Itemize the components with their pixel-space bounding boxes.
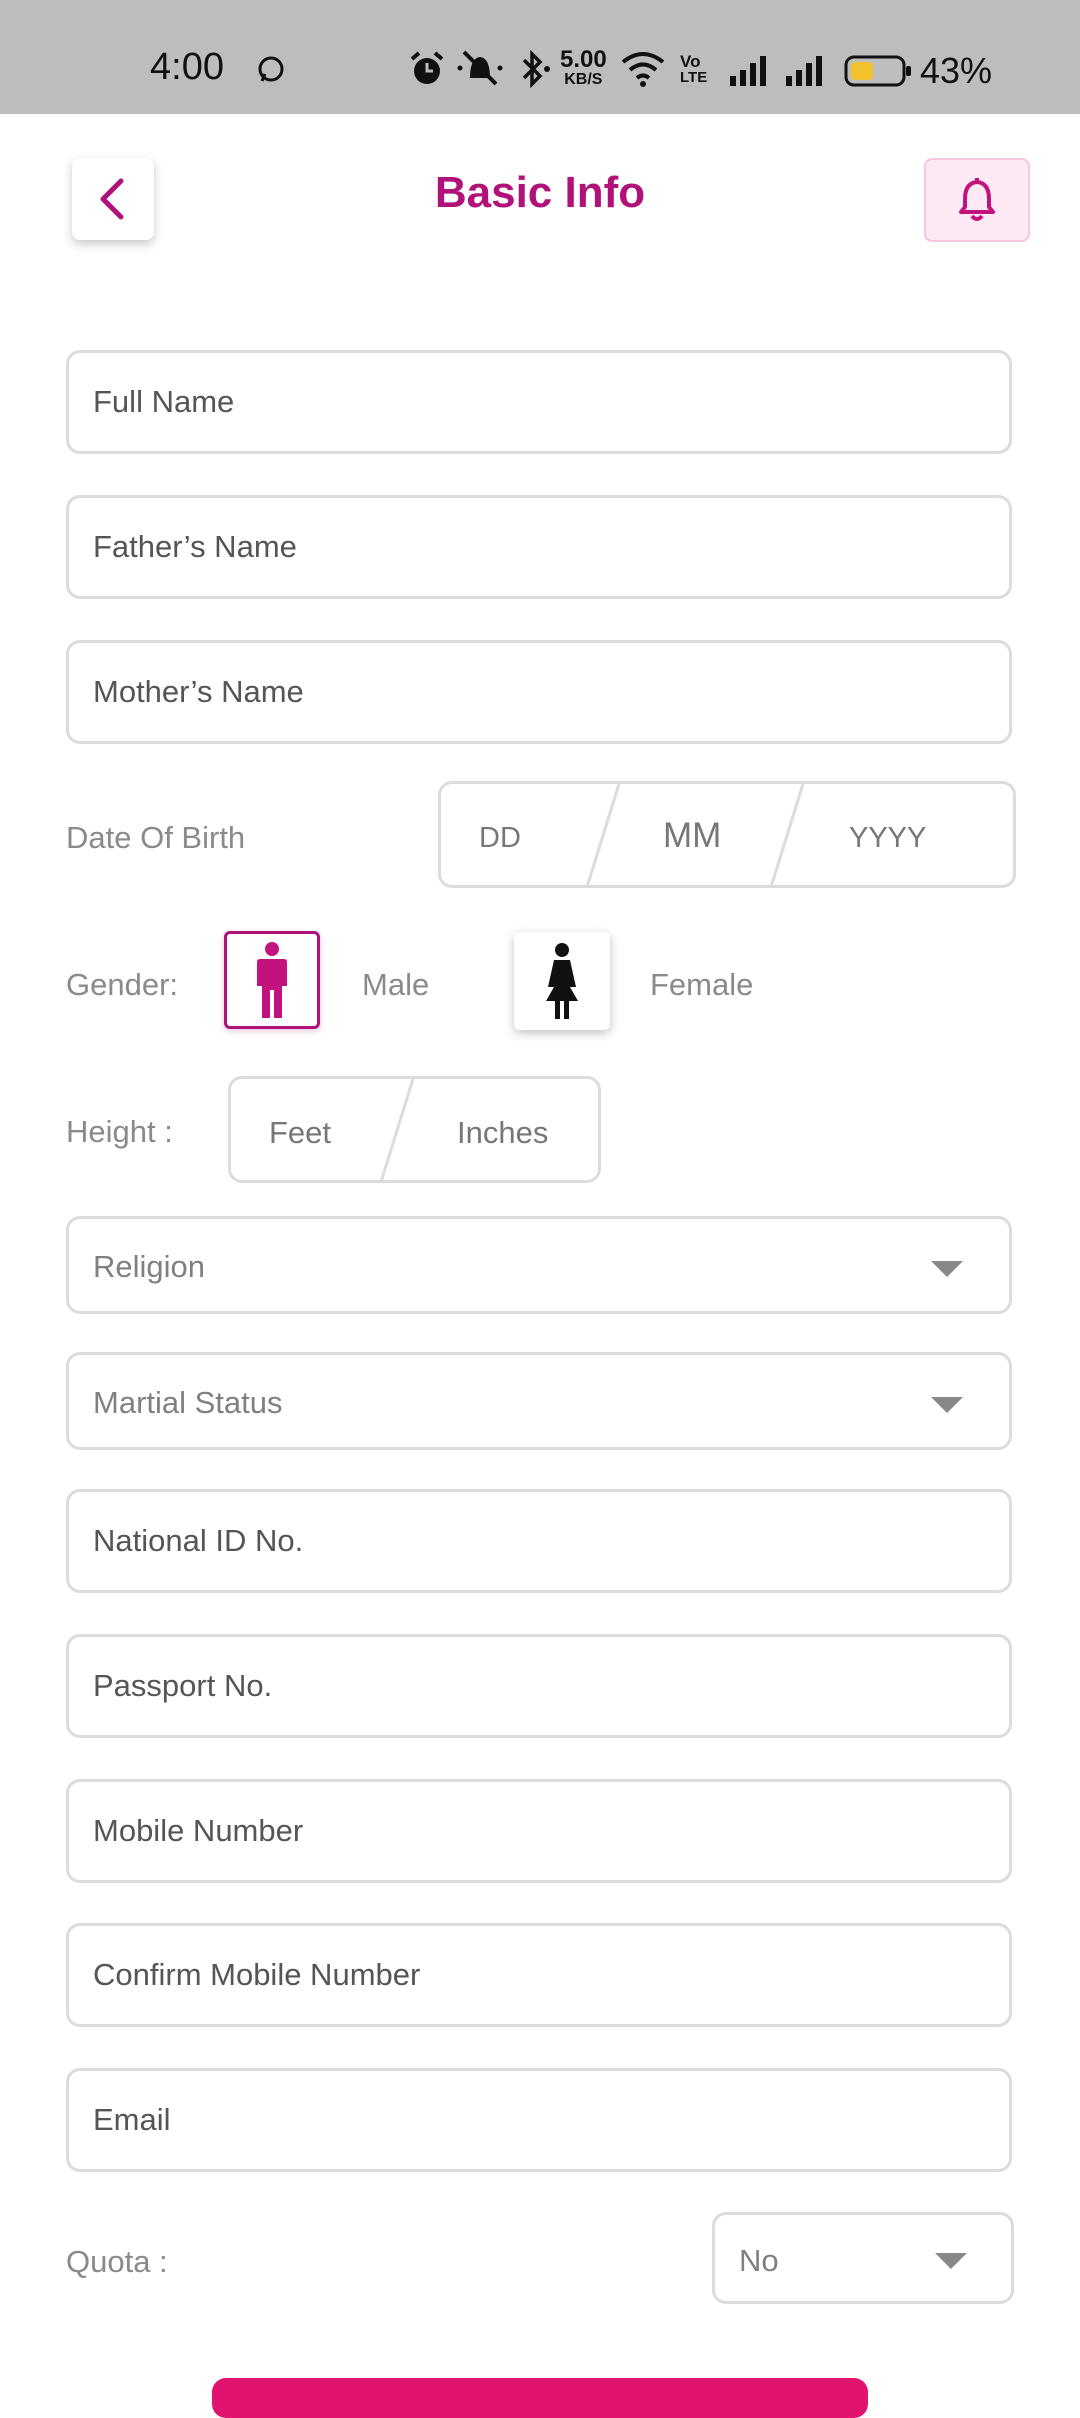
- volte-bottom: LTE: [680, 69, 708, 86]
- submit-button[interactable]: [212, 2378, 868, 2418]
- bluetooth-icon: [522, 49, 550, 89]
- gender-label: Gender:: [66, 967, 179, 1002]
- caret-down-icon: [931, 1397, 963, 1413]
- email-input[interactable]: [69, 2071, 1009, 2169]
- male-icon: [257, 942, 287, 1018]
- battery-icon: [844, 55, 911, 87]
- signal-icon: [730, 56, 766, 86]
- dob-picker[interactable]: DD MM YYYY: [438, 781, 1016, 888]
- height-inches[interactable]: Inches: [457, 1115, 548, 1151]
- network-speed-unit: KB/S: [564, 71, 603, 88]
- alarm-icon: [410, 51, 444, 84]
- network-speed: 5.00 KB/S: [560, 46, 607, 90]
- quota-dropdown[interactable]: No: [712, 2212, 1014, 2304]
- mother-name-input[interactable]: [69, 643, 1009, 741]
- passport-input[interactable]: [69, 1637, 1009, 1735]
- page-title: Basic Info: [434, 168, 646, 217]
- marital-status-dropdown[interactable]: Martial Status: [66, 1352, 1012, 1450]
- dob-label: Date Of Birth: [66, 820, 246, 855]
- national-id-field[interactable]: [66, 1489, 1012, 1593]
- height-picker[interactable]: Feet Inches: [228, 1076, 601, 1183]
- volte-top: Vo: [680, 52, 701, 71]
- network-speed-value: 5.00: [560, 46, 607, 73]
- religion-dropdown[interactable]: Religion: [66, 1216, 1012, 1314]
- gender-male-button[interactable]: [224, 931, 320, 1029]
- mother-name-field[interactable]: [66, 640, 1012, 744]
- national-id-input[interactable]: [69, 1492, 1009, 1590]
- notification-button[interactable]: [924, 158, 1030, 242]
- battery-percent: 43%: [920, 50, 993, 91]
- gender-male-label: Male: [362, 967, 430, 1002]
- confirm-mobile-field[interactable]: [66, 1923, 1012, 2027]
- mobile-number-field[interactable]: [66, 1779, 1012, 1883]
- gender-female-label: Female: [650, 967, 754, 1002]
- full-name-field[interactable]: [66, 350, 1012, 454]
- dob-dividers: [585, 784, 805, 887]
- caret-down-icon: [935, 2253, 967, 2269]
- father-name-field[interactable]: [66, 495, 1012, 599]
- passport-field[interactable]: [66, 1634, 1012, 1738]
- gender-female-button[interactable]: [514, 932, 610, 1030]
- caret-down-icon: [931, 1261, 963, 1277]
- wifi-icon: [621, 52, 665, 87]
- father-name-input[interactable]: [69, 498, 1009, 596]
- marital-status-dropdown-label: Martial Status: [93, 1385, 283, 1420]
- dob-month[interactable]: MM: [663, 816, 721, 856]
- female-icon: [546, 943, 578, 1019]
- dob-year[interactable]: YYYY: [849, 822, 926, 855]
- whatsapp-icon: [258, 56, 284, 82]
- religion-dropdown-label: Religion: [93, 1249, 206, 1284]
- status-bar: 4:00 5.00 KB/S Vo LTE 43%: [0, 0, 1080, 114]
- mute-icon: [457, 50, 503, 86]
- height-label: Height :: [66, 1114, 173, 1149]
- dob-day[interactable]: DD: [479, 822, 521, 855]
- quota-dropdown-value: No: [739, 2243, 779, 2278]
- bell-icon: [959, 178, 995, 221]
- mobile-number-input[interactable]: [69, 1782, 1009, 1880]
- full-name-input[interactable]: [69, 353, 1009, 451]
- volte-indicator: Vo LTE: [680, 52, 708, 86]
- height-feet[interactable]: Feet: [269, 1115, 331, 1151]
- signal-icon: [786, 56, 822, 86]
- quota-label: Quota :: [66, 2244, 168, 2279]
- email-field[interactable]: [66, 2068, 1012, 2172]
- confirm-mobile-input[interactable]: [69, 1926, 1009, 2024]
- status-time: 4:00: [150, 46, 224, 88]
